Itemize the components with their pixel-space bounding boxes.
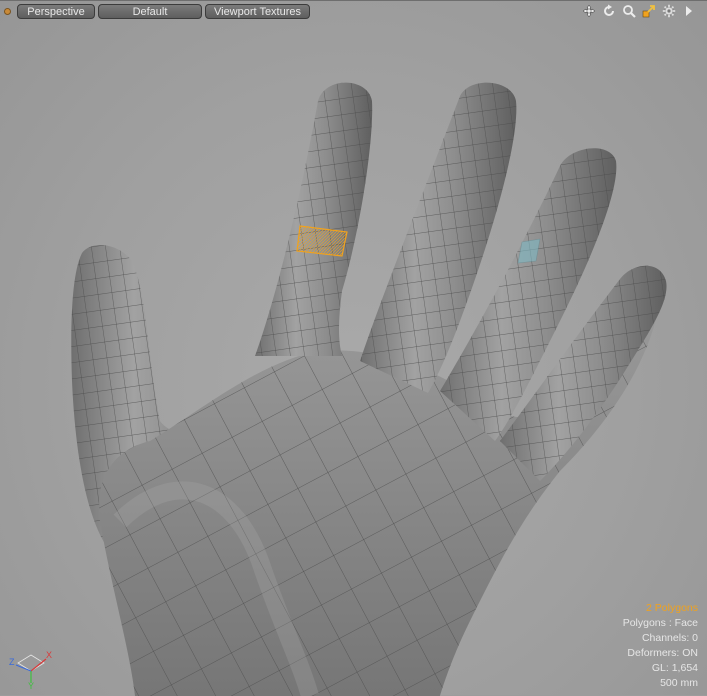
axis-x-label: X	[46, 650, 52, 660]
selected-polygons[interactable]	[296, 225, 348, 257]
axis-z-label: Z	[9, 657, 15, 667]
rotate-view-icon[interactable]	[601, 3, 617, 19]
grid-scale: 500 mm	[660, 677, 698, 689]
view-mode-dropdown[interactable]: Perspective	[17, 3, 95, 19]
shading-preset-dropdown[interactable]: Default	[98, 3, 202, 19]
3d-viewport[interactable]: Perspective Default Viewport Textures 2 …	[0, 0, 707, 696]
hand-mesh-scene[interactable]	[0, 1, 707, 696]
viewport-status-dot[interactable]	[4, 7, 11, 15]
selection-count: 2 Polygons	[646, 602, 698, 614]
viewport-navigation-tools	[581, 3, 697, 19]
deformers-status: Deformers: ON	[627, 647, 698, 659]
gl-poly-count: GL: 1,654	[651, 662, 698, 674]
viewport-toolbar: Perspective Default Viewport Textures	[4, 3, 313, 19]
move-view-icon[interactable]	[581, 3, 597, 19]
component-mode: Polygons : Face	[622, 617, 698, 629]
viewport-info-overlay: 2 Polygons Polygons : Face Channels: 0 D…	[623, 601, 698, 691]
axis-y-label: Y	[28, 681, 34, 689]
more-arrow-icon[interactable]	[681, 3, 697, 19]
channels-count: Channels: 0	[641, 632, 698, 644]
settings-gear-icon[interactable]	[661, 3, 677, 19]
axis-orientation-gizmo: X Y Z	[9, 650, 52, 689]
index-finger-mesh	[255, 82, 373, 357]
zoom-view-icon[interactable]	[621, 3, 637, 19]
maximize-view-icon[interactable]	[641, 3, 657, 19]
texture-mode-dropdown[interactable]: Viewport Textures	[205, 3, 310, 19]
